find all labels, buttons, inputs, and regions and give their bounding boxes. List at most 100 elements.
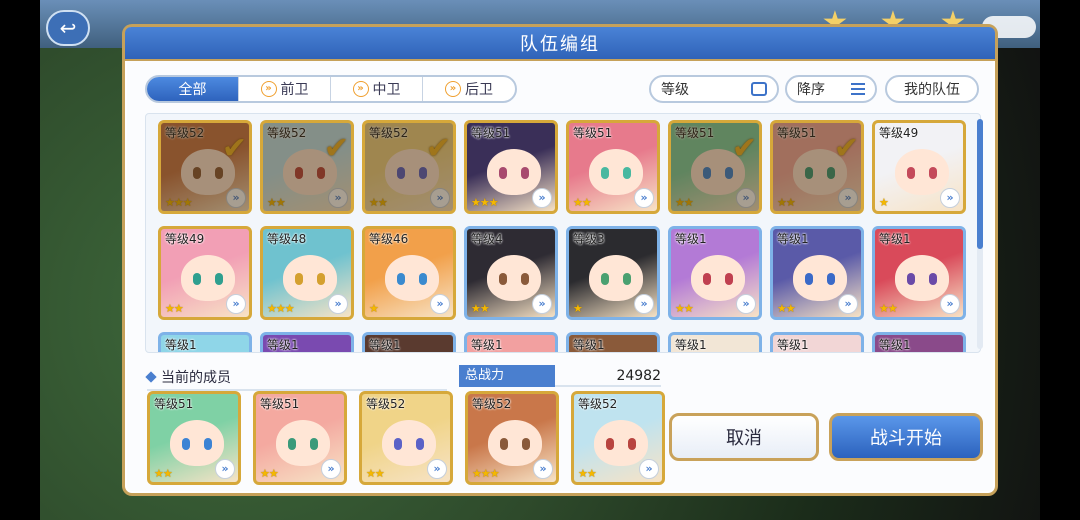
character-level: 等级1 bbox=[675, 338, 707, 352]
role-chevron-icon: » bbox=[940, 188, 960, 208]
role-chevron-icon: » bbox=[634, 294, 654, 314]
character-portrait bbox=[793, 255, 847, 301]
character-level: 等级52 bbox=[578, 397, 618, 411]
tab-front-label: 前卫 bbox=[280, 82, 309, 98]
roster-character-card[interactable]: 等级52 ★★★ » ✔ bbox=[158, 120, 252, 214]
portrait-eye bbox=[193, 273, 201, 285]
character-level: 等级48 bbox=[267, 232, 307, 246]
character-level: 等级52 bbox=[369, 126, 409, 140]
tab-back-label: 后卫 bbox=[465, 82, 493, 98]
character-level: 等级51 bbox=[260, 397, 300, 411]
roster-character-card[interactable]: 等级1★★» bbox=[872, 332, 966, 352]
character-portrait bbox=[283, 255, 337, 301]
my-team-label: 我的队伍 bbox=[904, 82, 960, 98]
character-level: 等级3 bbox=[573, 232, 605, 246]
level-sort-button[interactable]: 等级 bbox=[649, 75, 779, 103]
tab-all[interactable]: 全部 bbox=[147, 77, 239, 101]
roster-character-card[interactable]: 等级1★★» bbox=[872, 226, 966, 320]
roster-scrollbar[interactable] bbox=[977, 119, 983, 349]
portrait-eye bbox=[725, 273, 733, 285]
cancel-button[interactable]: 取消 bbox=[669, 413, 819, 461]
character-roster-grid: 等级52 ★★★» ✔ 等级52 ★★» ✔ 等级52 ★★» ✔ 等级51 ★★★» 等级51 ★★»… bbox=[145, 113, 981, 353]
character-portrait bbox=[487, 149, 541, 195]
character-portrait bbox=[594, 420, 648, 466]
my-team-button[interactable]: 我的队伍 bbox=[885, 75, 979, 103]
role-chevron-icon: » bbox=[940, 294, 960, 314]
star-rating-icon: ★★★ bbox=[471, 196, 499, 209]
role-chevron-icon: » bbox=[430, 294, 450, 314]
star-rating-icon: ★★★ bbox=[165, 196, 193, 209]
portrait-eye bbox=[394, 438, 402, 450]
role-chevron-icon: » bbox=[427, 459, 447, 479]
character-level: 等级52 bbox=[267, 126, 307, 140]
roster-character-card[interactable]: 等级1★★» bbox=[362, 332, 456, 352]
character-portrait bbox=[488, 420, 542, 466]
roster-character-card[interactable]: 等级1★★» bbox=[668, 226, 762, 320]
roster-character-card[interactable]: 等级52 ★★ » ✔ bbox=[260, 120, 354, 214]
party-member-card[interactable]: 等级52 ★★ » bbox=[571, 391, 665, 485]
roster-character-card[interactable]: 等级51 ★★ » bbox=[566, 120, 660, 214]
roster-scroll-thumb[interactable] bbox=[977, 119, 983, 249]
character-level: 等级52 bbox=[165, 126, 205, 140]
roster-character-card[interactable]: 等级51 ★★ » ✔ bbox=[668, 120, 762, 214]
portrait-eye bbox=[521, 167, 529, 179]
character-level: 等级51 bbox=[777, 126, 817, 140]
roster-character-card[interactable]: 等级1★★» bbox=[770, 332, 864, 352]
party-member-card[interactable]: 等级51 ★★ » bbox=[147, 391, 241, 485]
roster-character-card[interactable]: 等级51 ★★ » ✔ bbox=[770, 120, 864, 214]
portrait-eye bbox=[419, 273, 427, 285]
portrait-eye bbox=[907, 273, 915, 285]
back-button[interactable]: ↩ bbox=[46, 10, 90, 46]
party-member-card[interactable]: 等级51 ★★ » bbox=[253, 391, 347, 485]
star-rating-icon: ★★ bbox=[777, 302, 796, 315]
roster-character-card[interactable]: 等级1★★» bbox=[668, 332, 762, 352]
chevron-icon: » bbox=[352, 81, 369, 97]
order-toggle-label: 降序 bbox=[797, 82, 825, 98]
roster-character-card[interactable]: 等级1★★» bbox=[566, 332, 660, 352]
portrait-eye bbox=[805, 167, 813, 179]
character-level: 等级1 bbox=[879, 338, 911, 352]
character-level: 等级52 bbox=[472, 397, 512, 411]
role-chevron-icon: » bbox=[328, 294, 348, 314]
party-member-card[interactable]: 等级52 ★★ » bbox=[359, 391, 453, 485]
character-level: 等级1 bbox=[879, 232, 911, 246]
tab-middle[interactable]: » 中卫 bbox=[331, 77, 423, 101]
roster-character-card[interactable]: 等级1★★» bbox=[464, 332, 558, 352]
roster-character-card[interactable]: 等级49 ★ » bbox=[872, 120, 966, 214]
roster-character-card[interactable]: 等级3 ★ » bbox=[566, 226, 660, 320]
diamond-icon bbox=[145, 371, 157, 383]
roster-character-card[interactable]: 等级1★★» bbox=[260, 332, 354, 352]
role-chevron-icon: » bbox=[634, 188, 654, 208]
start-battle-button[interactable]: 战斗开始 bbox=[829, 413, 983, 461]
roster-character-card[interactable]: 等级4 ★★ » bbox=[464, 226, 558, 320]
portrait-eye bbox=[215, 273, 223, 285]
party-member-card[interactable]: 等级52 ★★★ » bbox=[465, 391, 559, 485]
roster-character-card[interactable]: 等级49 ★★ » bbox=[158, 226, 252, 320]
roster-character-card[interactable]: 等级52 ★★ » ✔ bbox=[362, 120, 456, 214]
portrait-eye bbox=[182, 438, 190, 450]
star-rating-icon: ★★ bbox=[777, 196, 796, 209]
roster-character-card[interactable]: 等级48 ★★★ » bbox=[260, 226, 354, 320]
roster-character-card[interactable]: 等级1★★» bbox=[158, 332, 252, 352]
portrait-eye bbox=[703, 167, 711, 179]
star-rating-icon: ★★ bbox=[260, 467, 279, 480]
star-rating-icon: ★★ bbox=[675, 196, 694, 209]
order-toggle-button[interactable]: 降序 bbox=[785, 75, 877, 103]
role-chevron-icon: » bbox=[736, 294, 756, 314]
character-portrait bbox=[793, 149, 847, 195]
character-portrait bbox=[589, 149, 643, 195]
position-filter-tabs: 全部 » 前卫 » 中卫 » 后卫 bbox=[145, 75, 517, 103]
role-chevron-icon: » bbox=[639, 459, 659, 479]
portrait-eye bbox=[295, 273, 303, 285]
role-chevron-icon: » bbox=[838, 188, 858, 208]
selected-check-icon: ✔ bbox=[833, 131, 859, 166]
roster-character-card[interactable]: 等级46 ★ » bbox=[362, 226, 456, 320]
role-chevron-icon: » bbox=[838, 294, 858, 314]
tab-front[interactable]: » 前卫 bbox=[239, 77, 331, 101]
star-rating-icon: ★★ bbox=[578, 467, 597, 480]
character-portrait bbox=[385, 255, 439, 301]
portrait-eye bbox=[623, 273, 631, 285]
roster-character-card[interactable]: 等级1★★» bbox=[770, 226, 864, 320]
roster-character-card[interactable]: 等级51 ★★★ » bbox=[464, 120, 558, 214]
tab-back[interactable]: » 后卫 bbox=[423, 77, 515, 101]
